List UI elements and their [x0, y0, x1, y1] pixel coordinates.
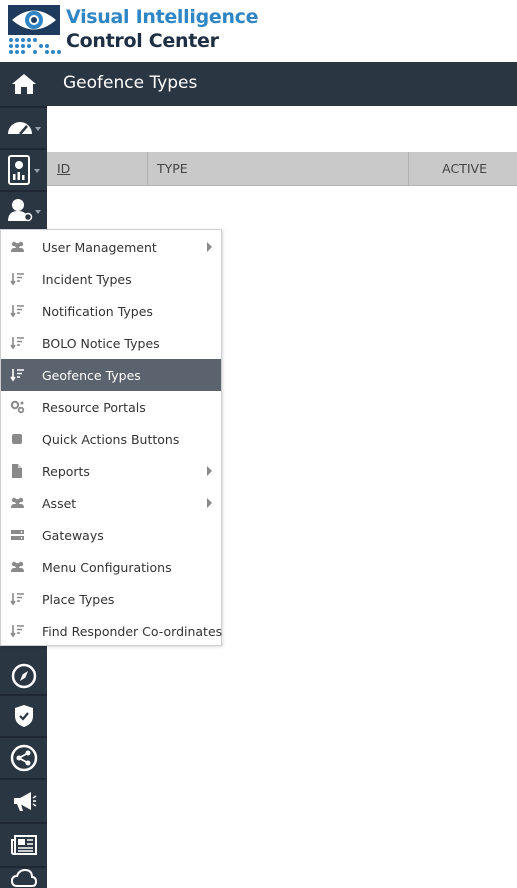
- submenu-arrow-icon: [207, 498, 212, 508]
- column-header-id[interactable]: ID: [57, 152, 70, 185]
- admin-user-icon: [7, 199, 41, 222]
- admin-dropdown-menu: User Management Incident Types Notificat…: [0, 229, 222, 646]
- sort-icon: [10, 273, 24, 286]
- users-icon: [11, 241, 24, 252]
- file-icon: [12, 464, 22, 478]
- square-icon: [12, 434, 22, 444]
- menu-item-label: Geofence Types: [42, 367, 141, 383]
- menu-item-user-management[interactable]: User Management: [1, 231, 221, 263]
- shield-icon: [14, 705, 33, 727]
- page-title: Geofence Types: [63, 73, 198, 93]
- sidebar-shield-button[interactable]: [0, 696, 47, 736]
- sort-icon: [10, 593, 24, 606]
- menu-item-label: Resource Portals: [42, 399, 146, 415]
- column-header-type[interactable]: TYPE: [157, 152, 188, 185]
- menu-item-label: Notification Types: [42, 303, 153, 319]
- gears-icon: [10, 400, 25, 414]
- menu-item-label: Incident Types: [42, 271, 132, 287]
- sidebar-home-button[interactable]: [0, 62, 47, 106]
- sidebar-share-button[interactable]: [0, 738, 47, 778]
- menu-item-label: User Management: [42, 239, 157, 255]
- sidebar-admin-button[interactable]: [0, 192, 47, 228]
- menu-item-gateways[interactable]: Gateways: [1, 519, 221, 551]
- logo-title-line1: Visual Intelligence: [66, 6, 259, 28]
- menu-item-quick-actions-buttons[interactable]: Quick Actions Buttons: [1, 423, 221, 455]
- menu-item-label: Asset: [42, 495, 77, 511]
- menu-item-menu-configurations[interactable]: Menu Configurations: [1, 551, 221, 583]
- compass-icon: [11, 663, 36, 689]
- dashboard-icon: [7, 122, 41, 135]
- users-icon: [11, 561, 24, 572]
- menu-item-label: Place Types: [42, 591, 115, 607]
- server-icon: [11, 530, 24, 540]
- sidebar-cloud-button[interactable]: [0, 868, 47, 888]
- menu-item-bolo-notice-types[interactable]: BOLO Notice Types: [1, 327, 221, 359]
- menu-item-incident-types[interactable]: Incident Types: [1, 263, 221, 295]
- sidebar-announce-button[interactable]: [0, 780, 47, 822]
- sidebar-news-button[interactable]: [0, 824, 47, 866]
- menu-item-label: Gateways: [42, 527, 104, 543]
- page-header: Geofence Types: [47, 62, 517, 106]
- sort-icon: [10, 305, 24, 318]
- column-divider: [147, 152, 148, 185]
- sort-icon: [10, 337, 24, 350]
- menu-item-label: Quick Actions Buttons: [42, 431, 180, 447]
- table-header: ID TYPE ACTIVE: [47, 152, 517, 186]
- cloud-icon: [10, 868, 37, 887]
- menu-item-reports[interactable]: Reports: [1, 455, 221, 487]
- sidebar-dashboard-button[interactable]: [0, 108, 47, 148]
- home-icon: [11, 74, 36, 94]
- submenu-arrow-icon: [207, 466, 212, 476]
- reports-icon: [7, 155, 40, 185]
- menu-item-place-types[interactable]: Place Types: [1, 583, 221, 615]
- sidebar-reports-button[interactable]: [0, 150, 47, 190]
- logo-title-line2: Control Center: [66, 30, 219, 52]
- submenu-arrow-icon: [207, 242, 212, 252]
- share-icon: [10, 744, 37, 772]
- menu-item-resource-portals[interactable]: Resource Portals: [1, 391, 221, 423]
- megaphone-icon: [13, 792, 36, 811]
- news-icon: [10, 835, 37, 855]
- users-icon: [11, 497, 24, 508]
- sidebar-compass-button[interactable]: [0, 658, 47, 694]
- app-logo: Visual Intelligence Control Center: [0, 0, 517, 62]
- menu-item-asset[interactable]: Asset: [1, 487, 221, 519]
- sort-icon: [10, 369, 24, 382]
- column-header-active[interactable]: ACTIVE: [442, 152, 487, 185]
- menu-item-label: Reports: [42, 463, 90, 479]
- menu-item-notification-types[interactable]: Notification Types: [1, 295, 221, 327]
- menu-item-geofence-types[interactable]: Geofence Types: [1, 359, 221, 391]
- menu-item-find-responder-coordinates[interactable]: Find Responder Co-ordinates: [1, 615, 223, 647]
- column-divider: [408, 152, 409, 185]
- menu-item-label: Find Responder Co-ordinates: [42, 623, 223, 639]
- eye-logo-icon: [8, 5, 61, 54]
- menu-item-label: Menu Configurations: [42, 559, 172, 575]
- menu-item-label: BOLO Notice Types: [42, 335, 160, 351]
- sort-icon: [10, 625, 24, 638]
